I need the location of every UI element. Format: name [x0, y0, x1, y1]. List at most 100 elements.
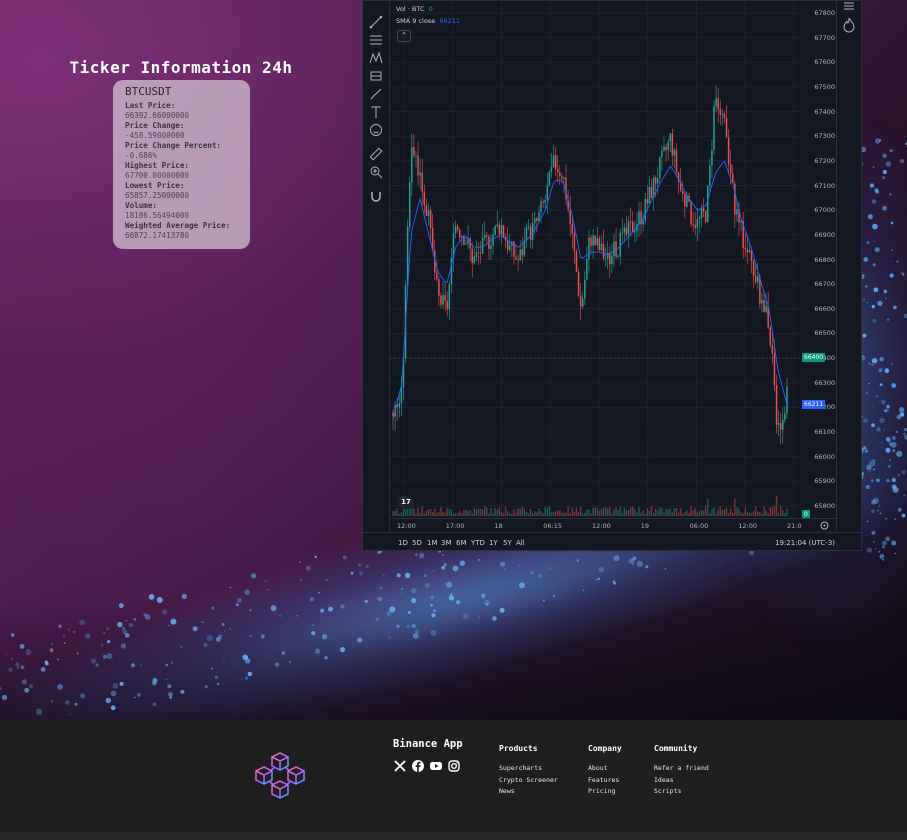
candle[interactable] — [471, 248, 473, 263]
candle[interactable] — [594, 235, 596, 246]
candle[interactable] — [694, 225, 696, 228]
candle[interactable] — [513, 241, 515, 257]
candle[interactable] — [736, 209, 738, 215]
candle[interactable] — [748, 250, 751, 253]
x-icon[interactable] — [393, 758, 407, 772]
fib-retracement-icon[interactable] — [369, 33, 383, 47]
candle[interactable] — [682, 190, 684, 194]
candle[interactable] — [629, 221, 632, 223]
candle[interactable] — [723, 114, 726, 118]
time-axis[interactable]: 12:00 17:00 18 06:15 12:00 19 06:00 12:00 21:0 — [390, 518, 838, 533]
candle[interactable] — [721, 114, 724, 115]
candle[interactable] — [769, 327, 772, 345]
candle[interactable] — [477, 252, 480, 254]
footer-link[interactable]: Ideas — [654, 775, 709, 787]
candle[interactable] — [719, 109, 721, 115]
candle[interactable] — [408, 182, 411, 228]
candle[interactable] — [763, 299, 765, 313]
ruler-icon[interactable] — [369, 147, 383, 161]
candle[interactable] — [592, 235, 594, 246]
candle[interactable] — [684, 193, 686, 207]
candle[interactable] — [534, 218, 536, 223]
candle[interactable] — [609, 252, 611, 265]
candle[interactable] — [598, 238, 601, 251]
candle[interactable] — [517, 259, 519, 261]
candle[interactable] — [581, 298, 584, 307]
trend-line-icon[interactable] — [369, 15, 383, 29]
candle[interactable] — [550, 167, 553, 172]
candle[interactable] — [638, 211, 640, 225]
candle[interactable] — [782, 419, 784, 430]
candle[interactable] — [715, 98, 717, 107]
candle[interactable] — [752, 260, 755, 277]
candle[interactable] — [692, 223, 694, 226]
candle[interactable] — [663, 146, 665, 151]
candle[interactable] — [596, 238, 599, 246]
candle[interactable] — [486, 235, 488, 237]
candle[interactable] — [542, 201, 544, 203]
price-axis[interactable]: 67800 67700 67600 67500 67400 67300 67200 67100… — [800, 1, 838, 519]
candle[interactable] — [475, 252, 478, 257]
candle[interactable] — [665, 146, 667, 150]
candle[interactable] — [429, 210, 432, 229]
candle[interactable] — [515, 256, 517, 260]
candle[interactable] — [448, 284, 451, 310]
candle[interactable] — [529, 226, 532, 240]
candle[interactable] — [773, 353, 776, 386]
candle[interactable] — [419, 172, 421, 176]
candle[interactable] — [427, 210, 430, 216]
candle[interactable] — [779, 423, 782, 430]
candle[interactable] — [392, 412, 394, 417]
candle[interactable] — [627, 221, 630, 235]
candle[interactable] — [563, 177, 565, 179]
candle[interactable] — [786, 386, 788, 413]
candle[interactable] — [659, 157, 661, 179]
candle[interactable] — [577, 271, 580, 296]
candle[interactable] — [754, 276, 757, 283]
candle[interactable] — [579, 295, 582, 307]
range-button[interactable]: 3M — [441, 539, 452, 547]
candle[interactable] — [456, 226, 459, 230]
candle[interactable] — [600, 243, 603, 251]
footer-link[interactable]: News — [499, 786, 558, 798]
candle[interactable] — [440, 295, 442, 305]
candle[interactable] — [588, 237, 590, 259]
candle[interactable] — [415, 155, 417, 157]
range-button[interactable]: 1Y — [489, 539, 498, 547]
candle[interactable] — [673, 149, 676, 156]
candlestick-chart[interactable] — [390, 1, 800, 518]
candle[interactable] — [777, 423, 780, 425]
tradingview-logo[interactable]: 17 — [398, 496, 414, 509]
candle[interactable] — [611, 256, 613, 265]
candle[interactable] — [771, 345, 774, 354]
candle[interactable] — [700, 208, 703, 218]
footer-link[interactable]: Crypto Screener — [499, 775, 558, 787]
candle[interactable] — [425, 205, 428, 216]
candle[interactable] — [729, 164, 732, 174]
footer-link[interactable]: Supercharts — [499, 763, 558, 775]
candle[interactable] — [667, 141, 669, 150]
candle[interactable] — [661, 150, 663, 158]
range-button[interactable]: All — [516, 539, 525, 547]
candle[interactable] — [494, 226, 496, 235]
candle[interactable] — [473, 256, 476, 263]
candle[interactable] — [590, 237, 592, 246]
magnet-icon[interactable] — [369, 189, 383, 203]
text-icon[interactable] — [369, 105, 383, 119]
candle[interactable] — [584, 279, 586, 299]
chart-clock[interactable]: 19:21:04 (UTC-3) — [775, 539, 835, 547]
candle[interactable] — [421, 172, 423, 193]
candle[interactable] — [642, 220, 644, 225]
candle[interactable] — [484, 235, 486, 238]
footer-link[interactable]: Pricing — [588, 786, 622, 798]
candle[interactable] — [559, 172, 561, 176]
range-button[interactable]: 1M — [427, 539, 438, 547]
candle[interactable] — [509, 245, 511, 250]
candle[interactable] — [575, 251, 578, 272]
prediction-icon[interactable] — [369, 69, 383, 83]
candle[interactable] — [444, 295, 446, 301]
candle[interactable] — [498, 224, 501, 235]
candle[interactable] — [481, 237, 484, 254]
candle[interactable] — [540, 201, 542, 213]
candle[interactable] — [757, 276, 759, 283]
